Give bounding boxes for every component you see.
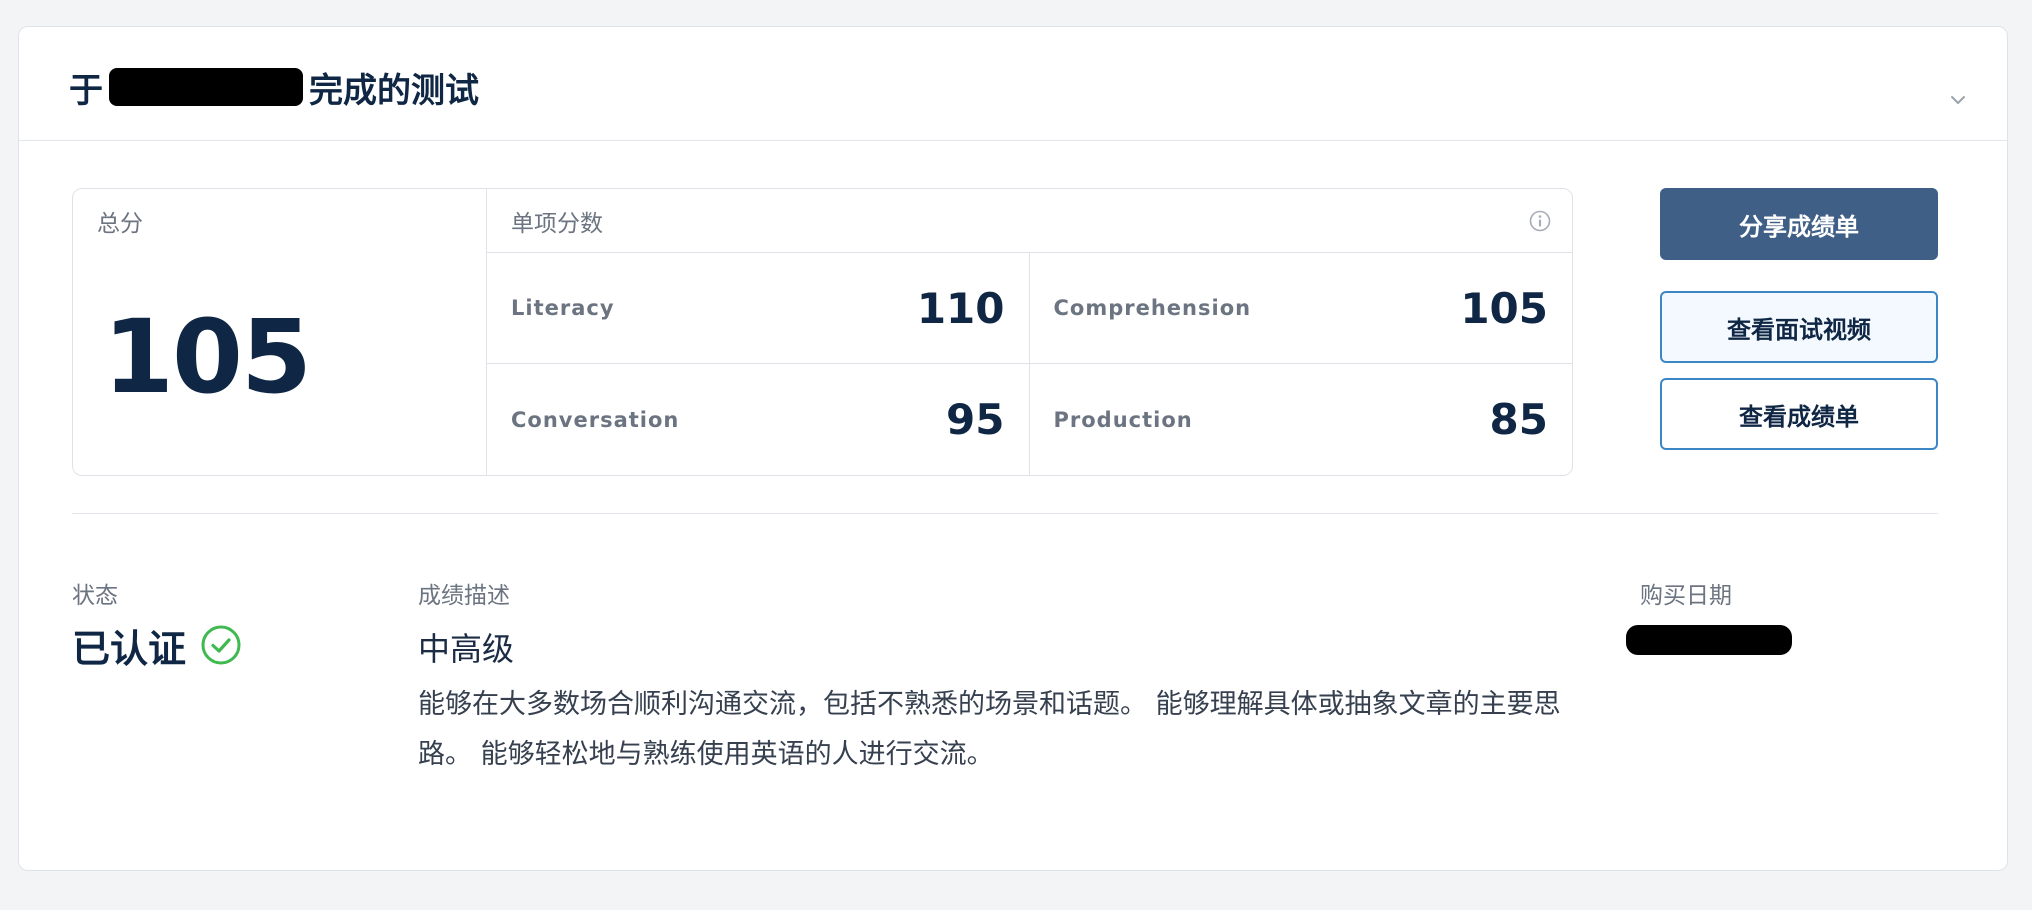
title-prefix: 于 [69, 70, 103, 111]
score-panel: 总分 105 单项分数 Literacy 110 Comprehension 1… [72, 188, 1573, 476]
subscore-value: 95 [946, 395, 1005, 444]
subscore-conversation: Conversation 95 [487, 364, 1030, 475]
subscore-value: 105 [1460, 283, 1548, 333]
subscore-grid: Literacy 110 Comprehension 105 Conversat… [487, 253, 1572, 475]
subscore-value: 85 [1489, 395, 1548, 444]
view-certificate-button[interactable]: 查看成绩单 [1660, 378, 1938, 450]
purchase-date-label: 购买日期 [1640, 583, 1732, 609]
level-value: 中高级 [418, 630, 515, 668]
description-text: 能够在大多数场合顺利沟通交流，包括不熟悉的场景和话题。 能够理解具体或抽象文章的… [418, 689, 1561, 770]
subscore-name: Production [1053, 407, 1193, 432]
subscore-comprehension: Comprehension 105 [1029, 253, 1572, 364]
subscore-name: Literacy [511, 296, 615, 320]
section-divider [72, 513, 1938, 514]
share-certificate-button[interactable]: 分享成绩单 [1660, 188, 1938, 260]
subscore-literacy: Literacy 110 [487, 253, 1030, 364]
title-suffix: 完成的测试 [309, 70, 479, 111]
page-title: 于 完成的测试 [69, 63, 479, 111]
subscore-value: 110 [916, 283, 1005, 333]
subscore-production: Production 85 [1030, 364, 1573, 475]
total-score-value: 105 [103, 298, 312, 417]
check-circle-icon [201, 625, 241, 665]
redacted-purchase-date [1626, 625, 1792, 655]
status-value: 已认证 [72, 620, 242, 671]
status-label: 状态 [72, 583, 118, 609]
total-score-column: 总分 105 [73, 189, 487, 475]
subscore-label: 单项分数 [487, 189, 1572, 253]
subscore-name: Conversation [511, 407, 680, 432]
subscore-name: Comprehension [1053, 296, 1252, 320]
chevron-down-icon[interactable] [1949, 91, 1967, 109]
description-label: 成绩描述 [418, 583, 510, 609]
info-icon[interactable] [1528, 209, 1552, 233]
total-score-label: 总分 [97, 211, 143, 237]
redacted-date-block [109, 68, 303, 106]
card-header[interactable]: 于 完成的测试 [19, 27, 2007, 141]
status-text: 已认证 [72, 626, 187, 671]
subscore-column: 单项分数 Literacy 110 Comprehension 105 Conv… [487, 189, 1572, 475]
watch-interview-video-button[interactable]: 查看面试视频 [1660, 291, 1938, 363]
